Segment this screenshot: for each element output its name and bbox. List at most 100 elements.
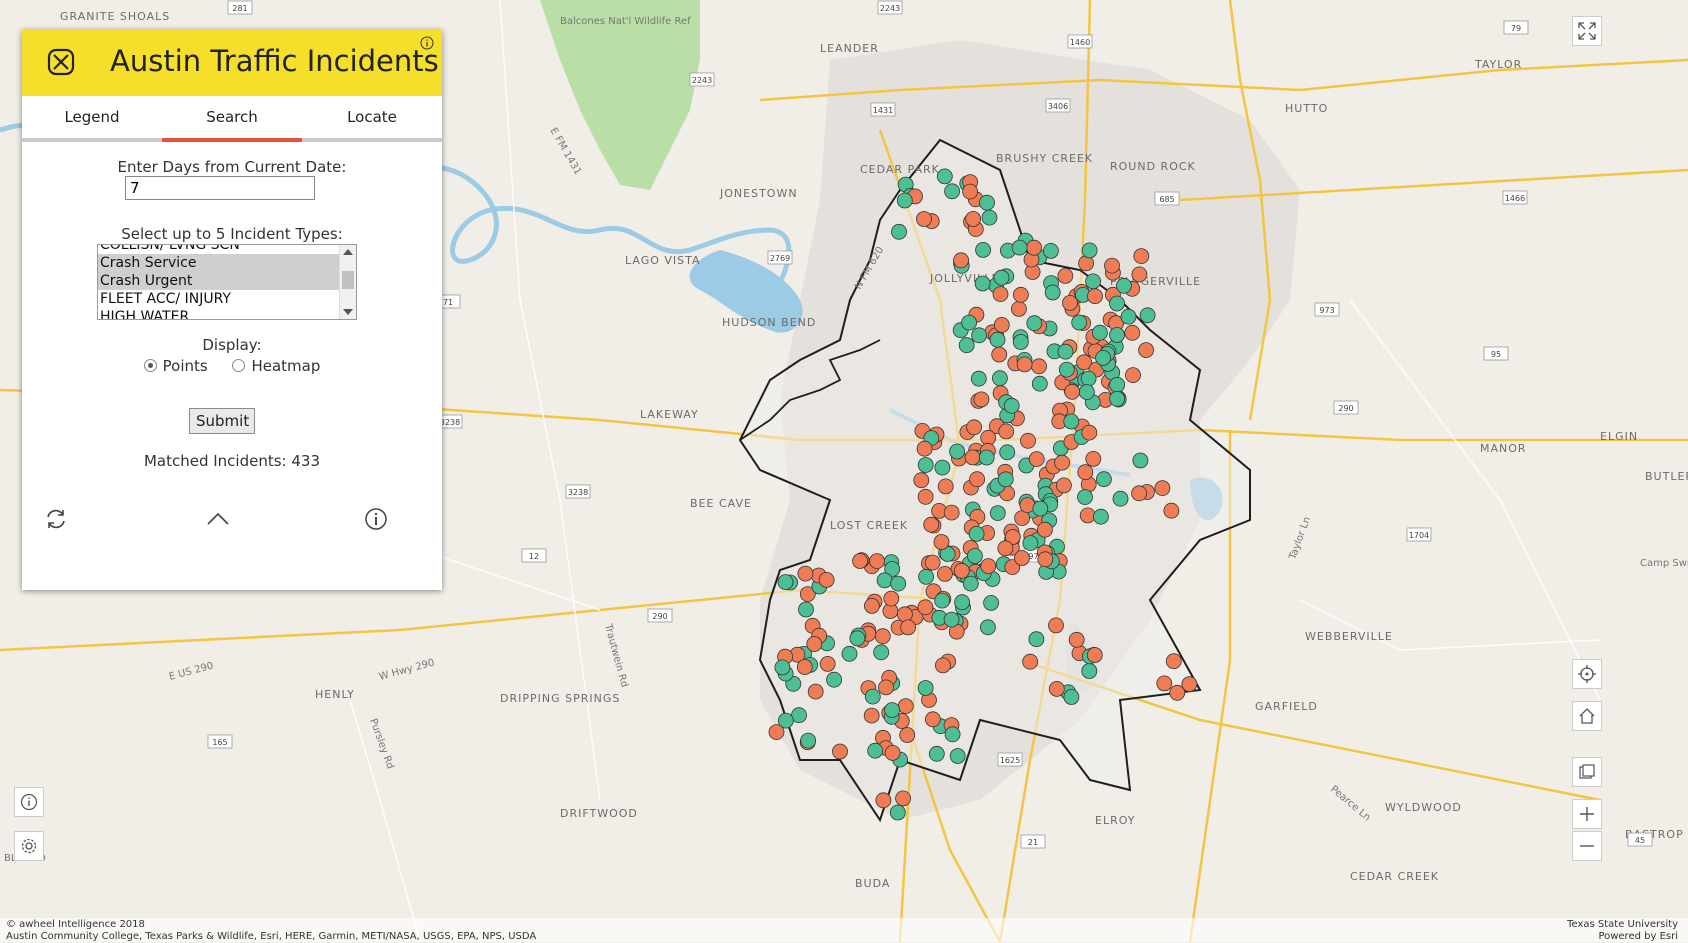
incident-point[interactable] [965, 211, 981, 227]
settings-button[interactable] [14, 831, 44, 861]
incident-point[interactable] [1079, 507, 1096, 524]
incident-point[interactable] [1087, 288, 1103, 305]
incident-point[interactable] [863, 707, 880, 724]
incident-point[interactable] [971, 327, 987, 344]
incident-point[interactable] [962, 575, 979, 592]
radio-points[interactable]: Points [143, 357, 208, 375]
home-button[interactable] [1572, 701, 1602, 731]
incident-point[interactable] [883, 590, 900, 607]
incident-point[interactable] [895, 790, 911, 807]
incident-point[interactable] [1063, 413, 1080, 430]
incident-point[interactable] [1125, 367, 1141, 384]
incident-point[interactable] [1093, 508, 1109, 525]
incident-point[interactable] [998, 423, 1015, 440]
incident-point[interactable] [1077, 464, 1094, 481]
list-item[interactable]: Crash Service [98, 254, 356, 272]
incident-point[interactable] [826, 671, 842, 688]
incident-point[interactable] [819, 656, 836, 672]
incident-point[interactable] [1131, 266, 1148, 283]
incident-point[interactable] [1026, 239, 1042, 256]
incident-point[interactable] [1016, 356, 1033, 373]
incident-point[interactable] [1063, 689, 1080, 705]
incident-point[interactable] [1011, 239, 1028, 256]
incident-point[interactable] [1109, 390, 1125, 407]
incident-point[interactable] [891, 223, 907, 240]
fullscreen-button[interactable] [1572, 16, 1602, 46]
incident-point[interactable] [1138, 342, 1154, 359]
incident-point[interactable] [1028, 451, 1045, 468]
incident-point[interactable] [832, 743, 848, 760]
zoom-in-button[interactable] [1572, 799, 1602, 829]
incident-point[interactable] [1020, 432, 1036, 449]
incident-point[interactable] [968, 526, 985, 542]
incident-point[interactable] [953, 252, 969, 269]
incident-point[interactable] [1003, 397, 1020, 414]
incident-point[interactable] [1012, 334, 1029, 350]
incident-point[interactable] [1058, 361, 1075, 378]
incident-point[interactable] [869, 553, 885, 569]
incident-point[interactable] [798, 601, 814, 618]
list-item[interactable]: HIGH WATER [98, 308, 356, 319]
incident-point[interactable] [923, 516, 940, 533]
incident-point[interactable] [1120, 308, 1137, 325]
incident-point[interactable] [1080, 370, 1097, 387]
incident-point[interactable] [974, 275, 991, 292]
incident-point[interactable] [1085, 450, 1102, 467]
incident-point[interactable] [806, 636, 823, 652]
incident-point[interactable] [900, 619, 916, 636]
incident-point[interactable] [867, 742, 884, 759]
incident-point[interactable] [999, 444, 1016, 461]
list-scrollbar[interactable] [339, 245, 356, 319]
incident-point[interactable] [897, 698, 914, 714]
incident-point[interactable] [768, 724, 785, 740]
incident-type-list[interactable]: COLLISN/ LVNG SCN Crash Service Crash Ur… [97, 244, 357, 320]
incident-point[interactable] [935, 657, 951, 674]
list-item[interactable]: COLLISN/ LVNG SCN [98, 245, 356, 254]
map-info-button[interactable] [14, 787, 44, 817]
incident-point[interactable] [1181, 676, 1198, 692]
incident-point[interactable] [1043, 242, 1059, 259]
scroll-up-icon[interactable] [343, 249, 353, 255]
locate-button[interactable] [1572, 659, 1602, 689]
incident-point[interactable] [1068, 631, 1085, 648]
incident-point[interactable] [874, 628, 891, 645]
incident-point[interactable] [800, 732, 817, 749]
incident-point[interactable] [897, 606, 913, 623]
incident-point[interactable] [936, 168, 953, 185]
incident-point[interactable] [876, 572, 893, 589]
list-item[interactable]: FLEET ACC/ INJURY [98, 290, 356, 308]
incident-point[interactable] [992, 370, 1008, 387]
incident-point[interactable] [1131, 485, 1147, 502]
incident-point[interactable] [1081, 242, 1098, 259]
list-item[interactable]: Crash Urgent [98, 272, 356, 290]
incident-point[interactable] [918, 568, 934, 585]
info-icon[interactable] [420, 36, 434, 50]
incident-point[interactable] [924, 554, 941, 571]
incident-point[interactable] [1037, 521, 1053, 538]
incident-point[interactable] [1077, 489, 1093, 506]
radio-points-circle[interactable] [143, 359, 157, 372]
incident-point[interactable] [852, 553, 868, 569]
incident-point[interactable] [917, 599, 934, 616]
incident-point[interactable] [1112, 490, 1129, 507]
incident-point[interactable] [1109, 327, 1125, 343]
incident-point[interactable] [1139, 307, 1156, 324]
incident-point[interactable] [841, 645, 858, 662]
incident-point[interactable] [949, 443, 965, 460]
incident-point[interactable] [884, 745, 901, 761]
days-input[interactable] [125, 176, 315, 200]
incident-point[interactable] [1028, 631, 1045, 648]
incident-point[interactable] [989, 505, 1006, 521]
incident-point[interactable] [899, 727, 916, 743]
incident-point[interactable] [917, 488, 934, 505]
incident-point[interactable] [1085, 273, 1101, 290]
incident-point[interactable] [1057, 343, 1074, 360]
incident-point[interactable] [934, 459, 951, 476]
incident-point[interactable] [1026, 315, 1043, 332]
incident-point[interactable] [1095, 349, 1111, 366]
incident-point[interactable] [896, 192, 913, 209]
incident-point[interactable] [1031, 375, 1048, 392]
incident-point[interactable] [1031, 358, 1047, 375]
incident-point[interactable] [1048, 617, 1064, 634]
basemap-gallery-button[interactable] [1572, 757, 1602, 787]
